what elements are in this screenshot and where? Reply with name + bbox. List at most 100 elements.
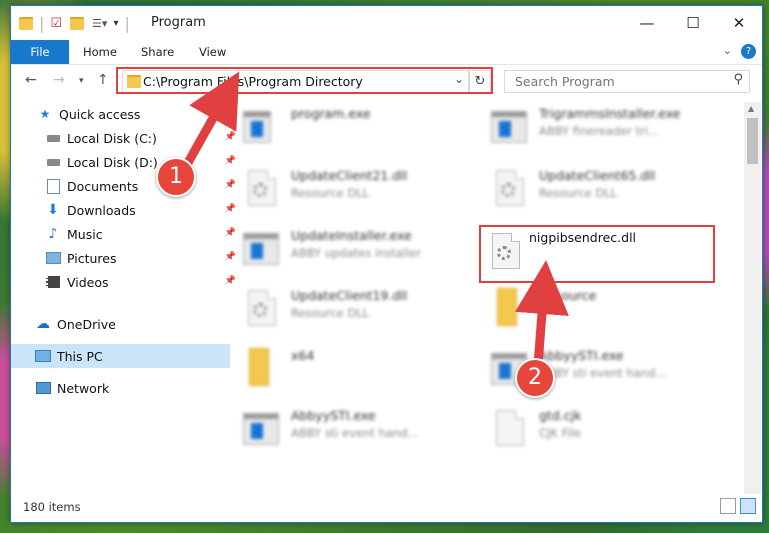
folder-item[interactable]: x64 (243, 344, 483, 396)
sidebar-item-network[interactable]: Network (11, 376, 230, 400)
help-icon[interactable]: ? (741, 44, 756, 59)
title-bar: | ☑ ☰▾ ▾ | Program — ☐ ✕ (11, 6, 762, 40)
download-icon: ⬇ (47, 202, 59, 218)
exe-file-icon (243, 228, 279, 268)
address-bar[interactable]: C:\Program Files\Program Directory ⌄ (122, 70, 469, 93)
file-item[interactable]: UpdateClient19.dll Resource DLL (243, 284, 483, 336)
customize-icon[interactable]: ☰▾ (92, 17, 107, 30)
search-icon[interactable]: ⚲ (733, 72, 743, 87)
folder-item[interactable]: Resource (491, 284, 731, 336)
target-dll-file[interactable]: nigpibsendrec.dll (487, 227, 724, 283)
drive-icon (45, 154, 61, 170)
search-input[interactable] (513, 71, 717, 92)
ribbon: File Home Share View ⌄ ? (11, 40, 762, 65)
documents-icon (45, 178, 61, 194)
dll-file-icon (243, 288, 279, 328)
folder-icon (491, 288, 527, 328)
file-name: UpdateClient19.dll (291, 288, 408, 303)
file-description: ABBY finereader tri... (539, 124, 660, 138)
file-item[interactable]: UpdateClient65.dll Resource DLL (491, 164, 731, 216)
sidebar-item-label: Local Disk (D:) (67, 154, 158, 170)
file-item[interactable]: TrigrammsInstaller.exe ABBY finereader t… (491, 102, 731, 154)
file-name: Resource (539, 288, 597, 303)
file-list: program.exe TrigrammsInstaller.exe ABBY … (209, 102, 741, 488)
file-name: nigpibsendrec.dll (529, 230, 637, 245)
sidebar-item-label: Network (57, 380, 110, 396)
tab-file[interactable]: File (11, 40, 69, 64)
file-name: program.exe (291, 106, 371, 121)
exe-file-icon (243, 106, 279, 146)
chevron-down-icon[interactable]: ⌄ (454, 72, 464, 86)
large-icons-view-icon[interactable] (740, 498, 756, 514)
back-arrow-icon[interactable]: ← (25, 72, 37, 88)
sidebar-item-label: This PC (57, 348, 103, 364)
dll-file-icon (491, 168, 527, 208)
file-name: x64 (291, 348, 315, 363)
scrollbar-thumb[interactable] (747, 118, 758, 164)
maximize-button[interactable]: ☐ (670, 6, 716, 40)
expand-ribbon-icon[interactable]: ⌄ (723, 44, 732, 57)
dll-file-icon (243, 168, 279, 208)
sidebar-item-videos[interactable]: Videos 📌 (11, 270, 240, 294)
sidebar-item-label: OneDrive (57, 316, 116, 332)
details-view-icon[interactable] (720, 498, 736, 514)
refresh-button[interactable]: ↻ (469, 70, 491, 93)
forward-arrow-icon[interactable]: → (53, 72, 65, 88)
search-box[interactable]: ⚲ (504, 70, 750, 93)
sidebar-item-label: Downloads (67, 202, 136, 218)
properties-icon[interactable]: ☑ (50, 16, 62, 31)
file-name: UpdateInstaller.exe (291, 228, 412, 243)
close-button[interactable]: ✕ (716, 6, 762, 40)
tab-home[interactable]: Home (69, 40, 131, 64)
file-item[interactable]: UpdateClient21.dll Resource DLL (243, 164, 483, 216)
file-name: AbbyySTI.exe (539, 348, 624, 363)
recent-dropdown-icon[interactable]: ▾ (79, 76, 84, 86)
sidebar-item-documents[interactable]: Documents 📌 (11, 174, 240, 198)
window-title: Program (151, 15, 206, 30)
pictures-icon (45, 250, 61, 266)
navigation-bar: ← → ▾ ↑ C:\Program Files\Program Directo… (11, 65, 762, 97)
file-name: TrigrammsInstaller.exe (539, 106, 681, 121)
file-name: AbbyySTI.exe (291, 408, 376, 423)
minimize-button[interactable]: — (624, 6, 670, 40)
sidebar-item-pictures[interactable]: Pictures 📌 (11, 246, 240, 270)
dropdown-icon[interactable]: ▾ (113, 18, 118, 29)
file-item[interactable]: program.exe (243, 102, 483, 154)
file-description: ABBY sti event hand... (291, 426, 419, 440)
tab-view[interactable]: View (185, 40, 240, 64)
exe-file-icon (243, 408, 279, 448)
scroll-up-icon[interactable]: ▲ (748, 104, 754, 113)
vertical-scrollbar[interactable]: ▲ (744, 102, 761, 494)
file-item[interactable]: gtd.cjk CJK File (491, 404, 731, 456)
dll-file-icon (487, 231, 523, 271)
sidebar-item-onedrive[interactable]: ☁ OneDrive (11, 312, 230, 336)
file-name: gtd.cjk (539, 408, 582, 423)
folder-icon (243, 348, 279, 388)
exe-file-icon (491, 106, 527, 146)
sidebar-item-music[interactable]: ♪ Music 📌 (11, 222, 240, 246)
sidebar-item-label: Music (67, 226, 103, 242)
sidebar-item-local-disk-d[interactable]: Local Disk (D:) 📌 (11, 150, 240, 174)
file-description: ABBY sti event hand... (539, 366, 667, 380)
folder-icon (19, 16, 33, 30)
up-arrow-icon[interactable]: ↑ (97, 72, 109, 88)
sidebar-item-label: Documents (67, 178, 139, 194)
folder-icon (127, 75, 141, 88)
sidebar-item-local-disk-c[interactable]: Local Disk (C:) 📌 (11, 126, 240, 150)
step-2-badge: 2 (515, 358, 555, 398)
sidebar-item-label: Local Disk (C:) (67, 130, 157, 146)
sidebar-item-quick-access[interactable]: ★ Quick access (11, 102, 232, 126)
new-folder-icon[interactable] (70, 16, 85, 30)
tab-share[interactable]: Share (127, 40, 188, 64)
sidebar-item-this-pc[interactable]: This PC (11, 344, 230, 368)
sidebar-item-label: Quick access (59, 106, 141, 122)
quick-access-toolbar: | ☑ ☰▾ ▾ | (19, 13, 136, 33)
file-description: ABBY updates installer (291, 246, 422, 260)
address-path: C:\Program Files\Program Directory (143, 74, 363, 89)
star-icon: ★ (39, 107, 51, 121)
file-item[interactable]: UpdateInstaller.exe ABBY updates install… (243, 224, 483, 276)
sidebar-item-downloads[interactable]: ⬇ Downloads 📌 (11, 198, 240, 222)
videos-icon (45, 274, 61, 290)
status-bar: 180 items (11, 496, 762, 520)
file-item[interactable]: AbbyySTI.exe ABBY sti event hand... (243, 404, 483, 456)
